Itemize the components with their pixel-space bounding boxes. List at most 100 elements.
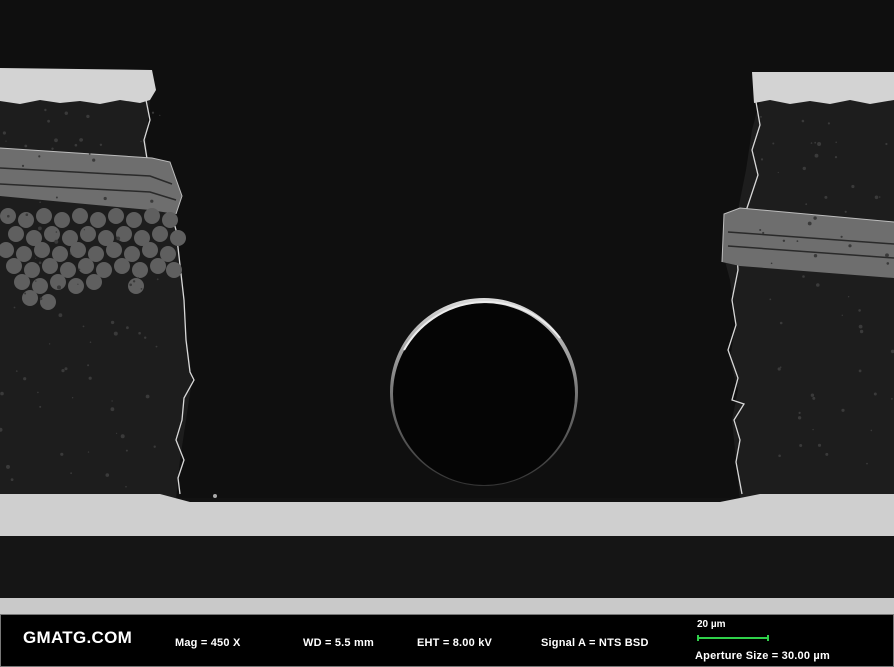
speckle [799,444,803,447]
speckle [58,313,63,318]
speckle [39,297,43,301]
speckle [156,278,159,281]
signal-value: Signal A = NTS BSD [541,637,649,649]
fiber-dot [166,262,182,278]
speckle [150,199,154,203]
speckle [5,140,7,142]
speckle [858,369,862,373]
speckle [71,397,74,399]
speckle [125,449,128,452]
speckle [859,329,864,334]
fiber-dot [106,242,122,258]
speckle [113,331,118,336]
speckle [858,324,863,329]
speckle [44,108,47,112]
speckle [810,142,813,144]
speckle [77,283,79,285]
speckle [38,226,42,231]
speckle [38,261,42,265]
speckle [132,280,136,283]
fiber-dot [68,278,84,294]
speckle [110,407,115,412]
speckle [760,158,764,161]
speckle [805,203,808,206]
debris-spot [213,494,217,498]
speckle [103,196,107,201]
speckle [105,473,110,477]
fiber-dot [162,212,178,228]
fiber-dot [14,274,30,290]
speckle [89,341,92,344]
fiber-dot [36,208,52,224]
speckle [885,253,889,258]
speckle [816,283,820,287]
speckle [60,452,64,456]
speckle [129,283,132,287]
speckle [835,141,837,144]
fiber-dot [86,274,102,290]
fiber-dot [114,258,130,274]
speckle [159,114,161,116]
scale-bar-label: 20 µm [697,619,726,630]
speckle [47,119,50,123]
speckle [891,398,893,400]
speckle [57,285,61,290]
speckle [99,143,103,146]
speckle [798,411,801,414]
speckle [866,462,868,465]
speckle [759,229,762,231]
speckle [87,364,90,367]
speckle [840,235,843,238]
speckle [797,416,802,420]
speckle [25,213,29,216]
speckle [878,196,881,198]
speckle [111,400,113,402]
sem-info-bar: GMATG.COM Mag = 450 X WD = 5.5 mm EHT = … [0,614,894,667]
fiber-dot [44,226,60,242]
speckle [125,485,127,488]
speckle [796,240,799,243]
eht-value: EHT = 8.00 kV [417,637,493,649]
speckle [55,196,58,199]
speckle [824,195,828,199]
speckle [24,292,27,295]
speckle [120,434,125,439]
speckle [782,239,786,242]
speckle [6,464,10,469]
speckle [825,452,829,456]
fiber-dot [126,212,142,228]
speckle [848,244,852,248]
speckle [769,298,772,301]
speckle [0,391,4,396]
speckle [844,210,847,213]
speckle [151,111,155,114]
speckle [116,432,118,434]
speckle [35,280,37,282]
speckle [10,478,14,481]
fiber-dot [34,242,50,258]
speckle [61,369,65,373]
speckle [88,376,92,380]
fiber-dot [72,208,88,224]
fiber-dot [132,262,148,278]
speckle [770,262,773,265]
speckle [858,309,861,312]
speckle [841,314,843,316]
void [390,298,578,486]
speckle [54,138,58,143]
speckle [813,254,818,258]
speckle [37,391,39,394]
speckle [48,343,51,345]
speckle [841,408,845,412]
fiber-dot [6,258,22,274]
fiber-dot [22,290,38,306]
speckle [813,216,817,220]
speckle [817,443,822,447]
fiber-dot [80,226,96,242]
speckle [78,268,81,271]
fiber-dot [144,208,160,224]
right-top-copper [752,72,894,104]
speckle [153,445,156,448]
speckle [760,116,762,118]
bottom-copper-layer [0,598,894,614]
